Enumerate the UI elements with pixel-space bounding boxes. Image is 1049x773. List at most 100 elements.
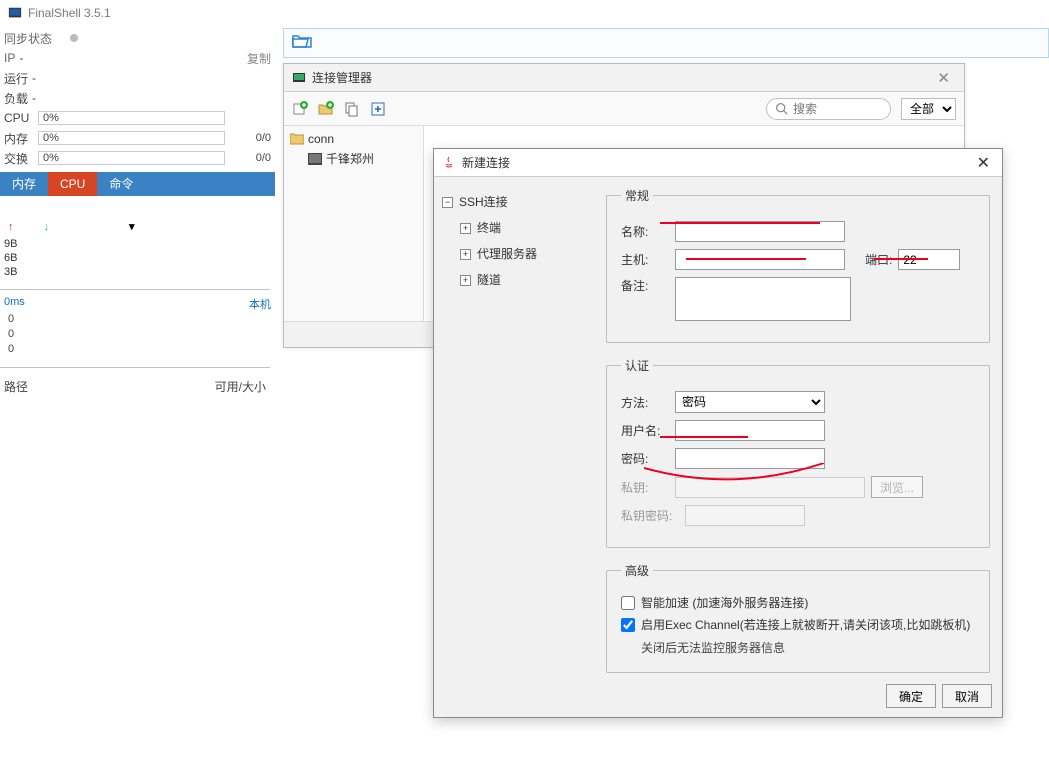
avail-header: 可用/大小	[215, 378, 266, 395]
user-label: 用户名:	[621, 422, 669, 439]
remark-input[interactable]	[675, 277, 851, 321]
app-icon	[8, 6, 22, 20]
tree-proxy[interactable]: + 代理服务器	[460, 241, 586, 267]
divider2	[0, 367, 270, 368]
host-input[interactable]	[675, 249, 845, 270]
auth-fieldset: 认证 方法: 密码 用户名: 密码: 私钥:	[606, 357, 990, 548]
swap-stat-bar: 0%	[38, 151, 225, 165]
filter-select[interactable]: 全部	[901, 98, 956, 120]
pass-label: 密码:	[621, 450, 669, 467]
name-label: 名称:	[621, 223, 669, 240]
connmgr-titlebar[interactable]: 连接管理器 ✕	[284, 64, 964, 92]
main-tabs-bar	[283, 28, 1049, 58]
app-title: FinalShell 3.5.1	[28, 6, 111, 20]
new-icon[interactable]	[292, 101, 308, 117]
copy-icon[interactable]	[344, 101, 360, 117]
exec-channel-label: 启用Exec Channel(若连接上就被断开,请关闭该项,比如跳板机)	[641, 616, 970, 633]
sync-status-dot	[70, 34, 78, 42]
local-label: 本机	[249, 296, 271, 312]
pkpass-label: 私钥密码:	[621, 507, 679, 524]
load-value: -	[32, 91, 36, 105]
load-label: 负载	[4, 90, 28, 107]
general-fieldset: 常规 名称: 主机: 端口: 备注:	[606, 187, 990, 343]
cpu-stat-bar: 0%	[38, 111, 225, 125]
connmgr-toolbar: 全部	[284, 92, 964, 126]
cancel-button[interactable]: 取消	[942, 684, 992, 708]
left-status-panel: 同步状态 IP - 复制 运行 - 负载 - CPU 0% 内存 0% 0/0 …	[0, 28, 275, 425]
divider	[0, 289, 270, 290]
axis-3b: 3B	[4, 265, 275, 279]
tree-folder-conn[interactable]: conn	[290, 132, 417, 146]
expand-icon[interactable]: +	[460, 275, 471, 286]
java-icon	[442, 156, 456, 170]
name-input[interactable]	[675, 221, 845, 242]
newconn-title: 新建连接	[462, 154, 510, 171]
mem-stat-bar: 0%	[38, 131, 225, 145]
swap-stat-label: 交换	[4, 150, 38, 167]
cpu-stat-label: CPU	[4, 111, 38, 125]
ip-value: -	[19, 51, 23, 65]
ping-ms: 0ms	[0, 296, 25, 312]
port-label: 端口:	[865, 251, 892, 268]
dialog-footer: 确定 取消	[434, 675, 1002, 717]
axis-9b: 9B	[4, 237, 275, 251]
smart-accel-label: 智能加速 (加速海外服务器连接)	[641, 594, 808, 611]
terminal-icon	[308, 153, 322, 165]
axis-6b: 6B	[4, 251, 275, 265]
zero-0: 0	[8, 312, 275, 327]
newconn-nav-tree[interactable]: − SSH连接 + 终端 + 代理服务器 + 隧道	[434, 177, 594, 675]
method-label: 方法:	[621, 394, 669, 411]
ip-label: IP	[4, 51, 15, 65]
exec-channel-checkbox[interactable]	[621, 618, 635, 632]
up-arrow-icon: ↑	[8, 221, 14, 233]
tab-cpu[interactable]: CPU	[48, 172, 97, 196]
tree-tunnel[interactable]: + 隧道	[460, 267, 586, 293]
add-icon[interactable]	[370, 101, 386, 117]
mem-stat-label: 内存	[4, 130, 38, 147]
tab-memory[interactable]: 内存	[0, 172, 48, 196]
tree-ssh-root[interactable]: − SSH连接	[442, 189, 586, 215]
pass-input[interactable]	[675, 448, 825, 469]
folder-icon	[290, 133, 304, 145]
newconn-close-icon[interactable]: ✕	[973, 151, 994, 175]
user-input[interactable]	[675, 420, 825, 441]
newconn-form: 常规 名称: 主机: 端口: 备注: 认证	[594, 177, 1002, 675]
connmgr-title: 连接管理器	[312, 69, 372, 86]
dropdown-toggle-icon[interactable]: ▾	[129, 220, 135, 233]
host-label: 主机:	[621, 251, 669, 268]
search-box[interactable]	[766, 98, 891, 120]
run-value: -	[32, 71, 36, 85]
tree-terminal[interactable]: + 终端	[460, 215, 586, 241]
tab-command[interactable]: 命令	[97, 172, 145, 196]
port-input[interactable]	[898, 249, 960, 270]
newconn-titlebar[interactable]: 新建连接 ✕	[434, 149, 1002, 177]
collapse-icon[interactable]: −	[442, 197, 453, 208]
zero-1: 0	[8, 327, 275, 342]
adv-fieldset: 高级 智能加速 (加速海外服务器连接) 启用Exec Channel(若连接上就…	[606, 562, 990, 673]
tree-node-qianfeng[interactable]: 千锋郑州	[308, 150, 417, 167]
method-select[interactable]: 密码	[675, 391, 825, 413]
pkpass-input	[685, 505, 805, 526]
app-titlebar: FinalShell 3.5.1	[0, 0, 1049, 26]
copy-button[interactable]: 复制	[247, 50, 271, 67]
path-header: 路径	[4, 378, 28, 395]
new-folder-icon[interactable]	[318, 101, 334, 117]
new-connection-dialog: 新建连接 ✕ − SSH连接 + 终端 + 代理服务器 + 隧道 常规	[433, 148, 1003, 718]
sync-label: 同步状态	[4, 30, 64, 47]
run-label: 运行	[4, 70, 28, 87]
expand-icon[interactable]: +	[460, 223, 471, 234]
zero-2: 0	[8, 342, 275, 357]
open-folder-icon[interactable]	[292, 33, 312, 54]
exec-channel-note: 关闭后无法监控服务器信息	[641, 638, 975, 658]
pk-label: 私钥:	[621, 479, 669, 496]
smart-accel-checkbox[interactable]	[621, 596, 635, 610]
connection-tree[interactable]: conn 千锋郑州	[284, 126, 424, 321]
down-arrow-icon: ↓	[44, 221, 50, 233]
remark-label: 备注:	[621, 277, 669, 294]
pk-input	[675, 477, 865, 498]
browse-button: 浏览...	[871, 476, 923, 498]
ok-button[interactable]: 确定	[886, 684, 936, 708]
expand-icon[interactable]: +	[460, 249, 471, 260]
search-input[interactable]	[793, 102, 873, 116]
connmgr-close-icon[interactable]: ✕	[931, 67, 956, 89]
